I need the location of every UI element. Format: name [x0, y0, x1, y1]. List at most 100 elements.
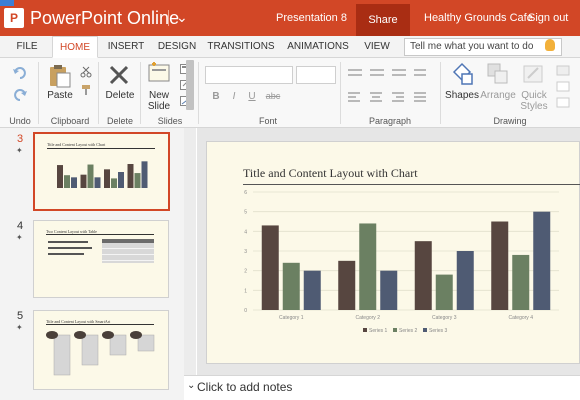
tab-home[interactable]: HOME [52, 36, 98, 58]
group-label-undo: Undo [9, 116, 31, 126]
group-separator [440, 62, 441, 124]
bar-series-3 [380, 270, 398, 310]
slide-title[interactable]: Title and Content Layout with Chart [243, 166, 418, 181]
y-tick-label: 4 [244, 229, 247, 235]
slide-number: 4 [17, 220, 24, 232]
shapes-button[interactable]: Shapes [444, 90, 480, 101]
arrange-button[interactable]: Arrange [478, 90, 518, 101]
share-button[interactable]: Share [356, 4, 410, 36]
title-divider [168, 10, 169, 26]
slide-panel-scroll-thumb[interactable] [186, 60, 194, 110]
thumb-bar [104, 169, 110, 188]
font-family-dropdown[interactable] [205, 66, 293, 84]
new-slide-icon[interactable] [148, 62, 170, 82]
notes-pane[interactable]: ⌄ Click to add notes [184, 375, 580, 400]
thumb-bar [57, 165, 63, 188]
format-painter-icon[interactable] [80, 84, 92, 96]
thumb-bar [141, 161, 148, 188]
new-slide-button-line1[interactable]: New [144, 90, 174, 101]
undo-icon[interactable] [12, 66, 28, 80]
quick-styles-icon[interactable] [522, 62, 546, 86]
italic-button[interactable]: I [228, 91, 240, 102]
underline-button[interactable]: U [246, 91, 258, 102]
slide-thumbnail-3[interactable]: Title and Content Layout with Chart [33, 132, 170, 211]
shape-fill-outline-icons[interactable] [556, 64, 570, 112]
delete-icon[interactable] [108, 64, 130, 86]
bar-series-3 [533, 211, 551, 310]
thumb-bar [134, 173, 141, 188]
thumb-bullet [48, 241, 88, 243]
legend-swatch [423, 328, 427, 332]
legend-label: Series 2 [399, 328, 418, 334]
tab-design[interactable]: DESIGN [154, 36, 200, 58]
chart[interactable]: 0 1 2 3 4 5 6 Category 1 Category 2 Category 3 Cat… [207, 188, 579, 364]
document-title[interactable]: Presentation 8 [276, 12, 347, 24]
account-name[interactable]: Healthy Grounds Cafe [424, 12, 533, 24]
bar-series-2 [282, 262, 300, 310]
thumb-smartart [46, 331, 155, 376]
group-label-drawing: Drawing [493, 116, 527, 126]
group-separator [38, 62, 39, 124]
group-separator [198, 62, 199, 124]
legend-label: Series 3 [429, 328, 448, 334]
current-slide[interactable]: Title and Content Layout with Chart 0 1 2 3… [206, 141, 580, 364]
group-separator [98, 62, 99, 124]
thumb-rule [46, 234, 154, 235]
tab-view[interactable]: VIEW [359, 36, 395, 58]
powerpoint-logo-icon[interactable]: P [4, 8, 24, 28]
font-size-dropdown[interactable] [296, 66, 336, 84]
quick-styles-button-line2[interactable]: Styles [516, 101, 552, 112]
tell-me-search-input[interactable]: Tell me what you want to do [404, 38, 562, 56]
legend-swatch [363, 328, 367, 332]
title-bar: P PowerPoint Online ⌄ Presentation 8 Sha… [0, 0, 580, 36]
bar-series-1 [491, 221, 509, 310]
tab-insert[interactable]: INSERT [102, 36, 150, 58]
slide-panel-scrollbar[interactable] [184, 128, 196, 400]
y-tick-label: 2 [244, 269, 247, 275]
shapes-icon[interactable] [450, 62, 474, 86]
delete-button[interactable]: Delete [104, 90, 136, 101]
cut-icon[interactable] [80, 66, 92, 78]
app-name[interactable]: PowerPoint Online [30, 8, 179, 28]
thumb-bar [71, 177, 77, 188]
list-buttons-icon[interactable] [348, 68, 428, 78]
group-separator [340, 62, 341, 124]
strikethrough-button[interactable]: abc [262, 91, 284, 101]
group-label-slides: Slides [157, 116, 183, 126]
sign-out-link[interactable]: Sign out [528, 12, 568, 24]
notes-chevron-icon[interactable]: ⌄ [187, 380, 195, 391]
group-separator [140, 62, 141, 124]
bar-series-3 [456, 251, 474, 310]
alignment-buttons-icon[interactable] [348, 92, 428, 102]
tab-animations[interactable]: ANIMATIONS [283, 36, 353, 58]
thumb-bullet [48, 247, 92, 249]
bar-series-1 [414, 241, 432, 310]
arrange-icon[interactable] [486, 62, 510, 86]
slide-thumbnail-panel: 3 ✦ Title and Content Layout with Chart … [0, 128, 196, 400]
thumb-bar [94, 177, 101, 188]
x-tick-label: Category 1 [279, 315, 304, 321]
group-label-clipboard: Clipboard [50, 116, 90, 126]
slide-thumbnail-4[interactable]: Two Content Layout with Table [33, 220, 169, 298]
animation-star-icon: ✦ [16, 146, 23, 155]
ribbon-home: Undo Paste Clipboard Delete Delete New S… [0, 58, 580, 128]
paste-button[interactable]: Paste [42, 90, 78, 101]
title-rule [243, 184, 580, 185]
slide-thumbnail-5[interactable]: Title and Content Layout with SmartArt [33, 310, 169, 390]
thumb-rule [47, 148, 155, 149]
redo-icon[interactable] [12, 88, 28, 102]
lightbulb-icon [545, 39, 555, 51]
slide-number: 5 [17, 310, 24, 322]
tab-file[interactable]: FILE [6, 36, 48, 58]
paste-icon[interactable] [48, 64, 72, 88]
app-switcher-chevron-icon[interactable]: ⌄ [176, 9, 188, 26]
quick-styles-button-line1[interactable]: Quick [516, 90, 552, 101]
legend-label: Series 1 [369, 328, 388, 334]
new-slide-button-line2[interactable]: Slide [144, 101, 174, 112]
group-label-paragraph: Paragraph [368, 116, 412, 126]
legend-swatch [393, 328, 397, 332]
tab-transitions[interactable]: TRANSITIONS [205, 36, 277, 58]
thumb-table [102, 239, 154, 263]
bold-button[interactable]: B [210, 91, 222, 102]
notes-placeholder[interactable]: Click to add notes [197, 380, 292, 394]
